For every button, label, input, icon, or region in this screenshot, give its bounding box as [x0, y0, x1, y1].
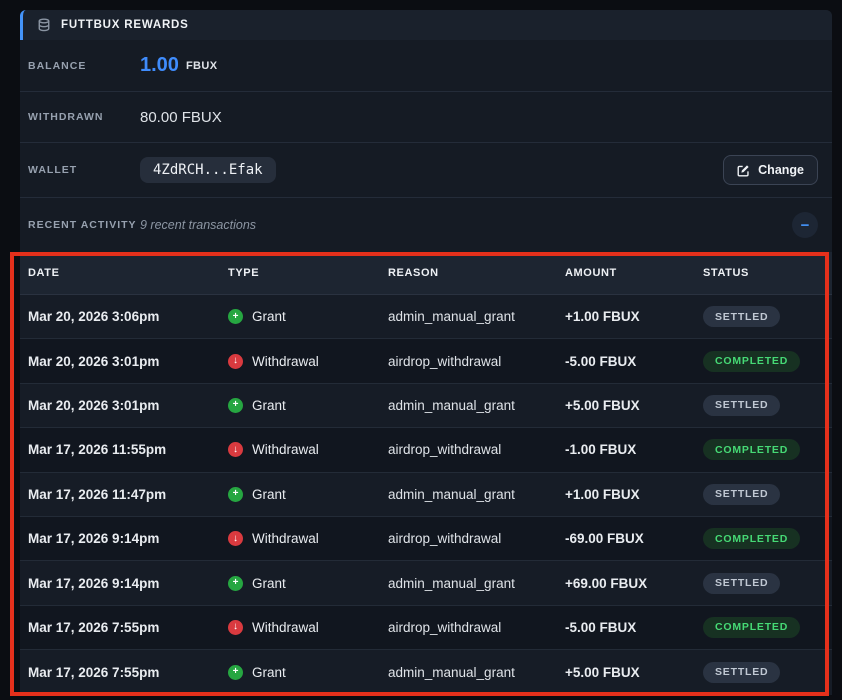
panel-header: FUTTBUX REWARDS — [20, 10, 832, 40]
wallet-address[interactable]: 4ZdRCH...Efak — [140, 157, 276, 183]
futtbux-rewards-panel: FUTTBUX REWARDS BALANCE 1.00 FBUX WITHDR… — [20, 10, 832, 695]
transaction-amount: -1.00 FBUX — [565, 442, 703, 457]
transaction-type-label: Grant — [252, 398, 286, 413]
transaction-reason: admin_manual_grant — [388, 309, 565, 324]
change-button-label: Change — [758, 163, 804, 177]
transaction-row[interactable]: Mar 17, 2026 7:55pm + Grant admin_manual… — [20, 650, 832, 694]
transaction-reason: admin_manual_grant — [388, 487, 565, 502]
withdrawn-label: WITHDRAWN — [28, 111, 140, 123]
panel-title: FUTTBUX REWARDS — [61, 19, 189, 31]
withdrawal-down-circle-icon: ↓ — [228, 442, 243, 457]
transaction-row[interactable]: Mar 20, 2026 3:01pm + Grant admin_manual… — [20, 384, 832, 428]
column-header-amount: AMOUNT — [565, 267, 703, 279]
transaction-type-label: Grant — [252, 309, 286, 324]
coins-icon — [37, 18, 51, 32]
transaction-amount: -5.00 FBUX — [565, 354, 703, 369]
transaction-amount: -69.00 FBUX — [565, 531, 703, 546]
grant-plus-circle-icon: + — [228, 665, 243, 680]
recent-activity-summary: 9 recent transactions — [140, 218, 256, 232]
transaction-date: Mar 20, 2026 3:06pm — [28, 309, 228, 324]
minus-icon: − — [801, 218, 810, 233]
status-badge: COMPLETED — [703, 617, 800, 638]
transaction-amount: +5.00 FBUX — [565, 398, 703, 413]
transaction-date: Mar 20, 2026 3:01pm — [28, 398, 228, 413]
wallet-row: WALLET 4ZdRCH...Efak Change — [20, 143, 832, 198]
transaction-reason: airdrop_withdrawal — [388, 620, 565, 635]
withdrawn-row: WITHDRAWN 80.00 FBUX — [20, 92, 832, 143]
transaction-type-label: Grant — [252, 665, 286, 680]
withdrawal-down-circle-icon: ↓ — [228, 354, 243, 369]
withdrawal-down-circle-icon: ↓ — [228, 620, 243, 635]
transaction-date: Mar 17, 2026 11:55pm — [28, 442, 228, 457]
withdrawn-value: 80.00 FBUX — [140, 109, 222, 126]
column-header-type: TYPE — [228, 267, 388, 279]
transaction-type-label: Withdrawal — [252, 620, 319, 635]
table-body: Mar 20, 2026 3:06pm + Grant admin_manual… — [20, 295, 832, 695]
transaction-row[interactable]: Mar 20, 2026 3:06pm + Grant admin_manual… — [20, 295, 832, 339]
transaction-type-label: Grant — [252, 487, 286, 502]
transaction-amount: +1.00 FBUX — [565, 487, 703, 502]
grant-plus-circle-icon: + — [228, 487, 243, 502]
transaction-date: Mar 20, 2026 3:01pm — [28, 354, 228, 369]
transaction-reason: admin_manual_grant — [388, 398, 565, 413]
transaction-row[interactable]: Mar 17, 2026 7:55pm ↓ Withdrawal airdrop… — [20, 606, 832, 650]
transaction-type-label: Withdrawal — [252, 531, 319, 546]
transaction-amount: +5.00 FBUX — [565, 665, 703, 680]
transaction-amount: +69.00 FBUX — [565, 576, 703, 591]
wallet-label: WALLET — [28, 164, 140, 176]
status-badge: SETTLED — [703, 395, 780, 416]
transaction-date: Mar 17, 2026 7:55pm — [28, 620, 228, 635]
balance-unit: FBUX — [186, 60, 218, 72]
status-badge: SETTLED — [703, 573, 780, 594]
edit-pencil-icon — [737, 164, 750, 177]
grant-plus-circle-icon: + — [228, 309, 243, 324]
transaction-reason: admin_manual_grant — [388, 576, 565, 591]
grant-plus-circle-icon: + — [228, 576, 243, 591]
column-header-reason: REASON — [388, 267, 565, 279]
grant-plus-circle-icon: + — [228, 398, 243, 413]
transaction-reason: airdrop_withdrawal — [388, 442, 565, 457]
change-wallet-button[interactable]: Change — [723, 155, 818, 185]
column-header-date: DATE — [28, 267, 228, 279]
status-badge: SETTLED — [703, 306, 780, 327]
transaction-row[interactable]: Mar 20, 2026 3:01pm ↓ Withdrawal airdrop… — [20, 339, 832, 383]
status-badge: COMPLETED — [703, 351, 800, 372]
transaction-date: Mar 17, 2026 7:55pm — [28, 665, 228, 680]
transaction-row[interactable]: Mar 17, 2026 9:14pm + Grant admin_manual… — [20, 561, 832, 605]
transaction-date: Mar 17, 2026 9:14pm — [28, 576, 228, 591]
transaction-date: Mar 17, 2026 11:47pm — [28, 487, 228, 502]
recent-activity-row: RECENT ACTIVITY 9 recent transactions − — [20, 198, 832, 252]
balance-label: BALANCE — [28, 60, 140, 72]
transaction-reason: airdrop_withdrawal — [388, 531, 565, 546]
status-badge: SETTLED — [703, 662, 780, 683]
transactions-table: DATE TYPE REASON AMOUNT STATUS Mar 20, 2… — [20, 252, 832, 695]
status-badge: COMPLETED — [703, 528, 800, 549]
column-header-status: STATUS — [703, 267, 832, 279]
balance-row: BALANCE 1.00 FBUX — [20, 40, 832, 92]
transaction-amount: -5.00 FBUX — [565, 620, 703, 635]
collapse-activity-button[interactable]: − — [792, 212, 818, 238]
balance-value: 1.00 — [140, 54, 179, 77]
transaction-type-label: Grant — [252, 576, 286, 591]
transaction-amount: +1.00 FBUX — [565, 309, 703, 324]
transaction-type-label: Withdrawal — [252, 354, 319, 369]
status-badge: COMPLETED — [703, 439, 800, 460]
withdrawal-down-circle-icon: ↓ — [228, 531, 243, 546]
transaction-type-label: Withdrawal — [252, 442, 319, 457]
table-header-row: DATE TYPE REASON AMOUNT STATUS — [20, 252, 832, 295]
transaction-date: Mar 17, 2026 9:14pm — [28, 531, 228, 546]
transaction-reason: admin_manual_grant — [388, 665, 565, 680]
recent-activity-label: RECENT ACTIVITY — [28, 219, 140, 231]
transaction-reason: airdrop_withdrawal — [388, 354, 565, 369]
transaction-row[interactable]: Mar 17, 2026 11:47pm + Grant admin_manua… — [20, 473, 832, 517]
transaction-row[interactable]: Mar 17, 2026 11:55pm ↓ Withdrawal airdro… — [20, 428, 832, 472]
transaction-row[interactable]: Mar 17, 2026 9:14pm ↓ Withdrawal airdrop… — [20, 517, 832, 561]
status-badge: SETTLED — [703, 484, 780, 505]
